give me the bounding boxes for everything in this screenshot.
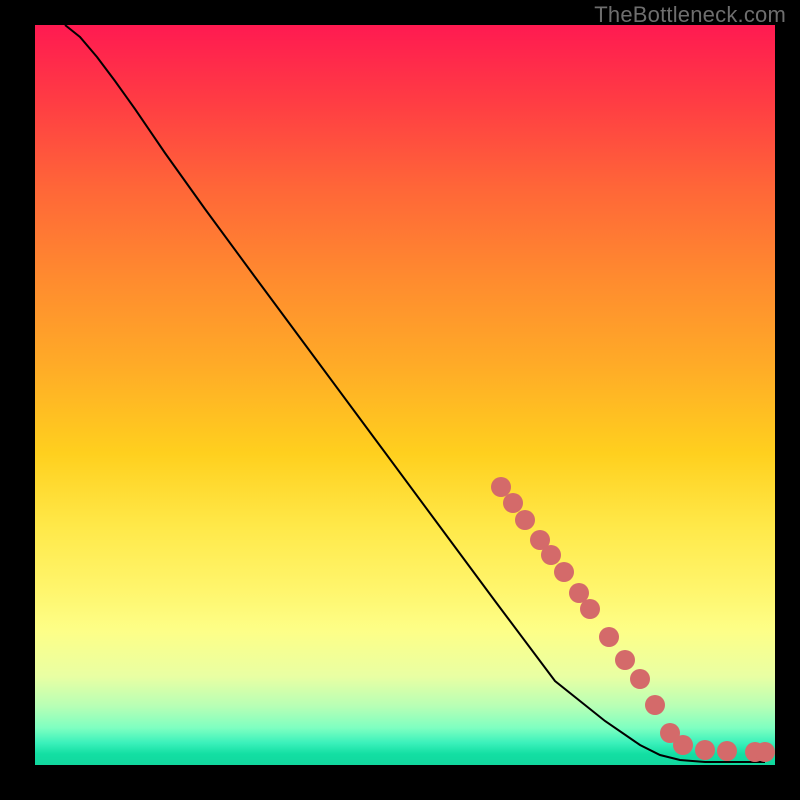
chart-svg bbox=[35, 25, 775, 765]
marker-dot bbox=[569, 583, 589, 603]
marker-dot bbox=[530, 530, 550, 550]
marker-dot bbox=[645, 695, 665, 715]
marker-dot bbox=[717, 741, 737, 761]
marker-dot bbox=[755, 742, 775, 762]
marker-dot bbox=[580, 599, 600, 619]
marker-dot bbox=[541, 545, 561, 565]
watermark-text: TheBottleneck.com bbox=[594, 2, 786, 28]
marker-dot bbox=[515, 510, 535, 530]
main-curve bbox=[65, 25, 765, 762]
marker-dot bbox=[673, 735, 693, 755]
plot-area bbox=[35, 25, 775, 765]
marker-dot bbox=[660, 723, 680, 743]
marker-dot bbox=[630, 669, 650, 689]
marker-dot bbox=[695, 740, 715, 760]
curve-line bbox=[65, 25, 765, 762]
chart-frame: TheBottleneck.com bbox=[0, 0, 800, 800]
marker-dot bbox=[554, 562, 574, 582]
marker-dot bbox=[745, 742, 765, 762]
marker-dot bbox=[503, 493, 523, 513]
marker-dot bbox=[491, 477, 511, 497]
marker-dots bbox=[491, 477, 775, 762]
marker-dot bbox=[615, 650, 635, 670]
marker-dot bbox=[599, 627, 619, 647]
